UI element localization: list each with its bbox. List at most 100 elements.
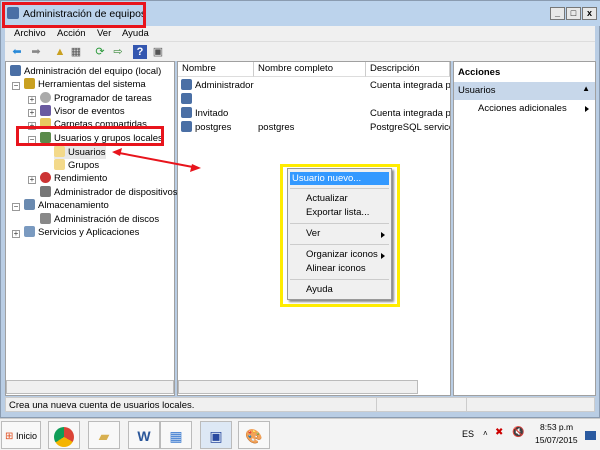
table-row[interactable]: Invitado Cuenta integrada pa: [178, 107, 450, 121]
collapse-up-icon: ▲: [582, 84, 590, 93]
table-row[interactable]: Administrador Cuenta integrada pa: [178, 79, 450, 93]
maximize-button[interactable]: □: [566, 7, 581, 20]
collapse-icon[interactable]: −: [12, 203, 20, 211]
start-label: Inicio: [16, 431, 38, 441]
tree-label: Administración del equipo (local): [24, 66, 162, 77]
user-icon: [181, 79, 192, 90]
cell-descripcion: Cuenta integrada pa: [370, 80, 450, 91]
table-row[interactable]: postgres postgres PostgreSQL service a: [178, 121, 450, 135]
tree-label: Herramientas del sistema: [38, 79, 146, 90]
storage-icon: [24, 199, 35, 210]
column-header-nombre-completo[interactable]: Nombre completo: [254, 62, 366, 77]
expand-icon[interactable]: +: [28, 96, 36, 104]
tree-label: Administrador de dispositivos: [54, 187, 178, 198]
computer-management-taskbar-icon[interactable]: ▣: [200, 421, 232, 449]
menu-ayuda[interactable]: Ayuda: [122, 28, 149, 39]
navigation-tree: Administración del equipo (local) − Herr…: [5, 61, 178, 396]
actions-item-label: Acciones adicionales: [478, 103, 567, 114]
device-manager-icon: [40, 186, 51, 197]
chrome-icon[interactable]: [48, 421, 80, 449]
cell-nombre: Invitado: [195, 108, 229, 119]
paint-icon[interactable]: 🎨: [238, 421, 270, 449]
tree-label: Programador de tareas: [54, 93, 152, 104]
disk-icon: [40, 213, 51, 224]
word-icon[interactable]: W: [128, 421, 160, 449]
column-header-nombre[interactable]: Nombre: [178, 62, 254, 77]
network-icon[interactable]: ✖: [495, 427, 503, 438]
control-panel-icon[interactable]: ▦: [160, 421, 192, 449]
cell-nombre-completo: postgres: [258, 122, 295, 133]
tree-horizontal-scrollbar[interactable]: [6, 380, 174, 394]
computer-icon: [10, 65, 21, 76]
cell-nombre: Administrador: [195, 80, 254, 91]
actions-pane: Acciones Usuarios ▲ Acciones adicionales: [453, 61, 596, 396]
tree-item-visor[interactable]: Visor de eventos: [40, 105, 125, 118]
tree-item-programador[interactable]: Programador de tareas: [40, 92, 152, 105]
tree-item-usuarios[interactable]: Usuarios: [54, 146, 106, 159]
start-button[interactable]: ⊞ Inicio: [1, 421, 41, 449]
menu-ver[interactable]: Ver: [97, 28, 111, 39]
language-indicator[interactable]: ES: [462, 429, 474, 439]
tools-icon: [24, 78, 35, 89]
performance-icon: [40, 172, 51, 183]
tree-label: Grupos: [68, 160, 100, 171]
tree-item-almacenamiento[interactable]: Almacenamiento: [24, 199, 109, 212]
refresh-icon[interactable]: ⟳: [93, 45, 107, 59]
actions-section-usuarios[interactable]: Usuarios ▲: [454, 82, 595, 100]
action-pane-icon[interactable]: ▣: [151, 45, 165, 59]
highlight-title: [2, 2, 146, 28]
tree-label: Almacenamiento: [38, 200, 109, 211]
actions-section-label: Usuarios: [458, 85, 496, 96]
tree-item-grupos[interactable]: Grupos: [54, 159, 99, 172]
cell-descripcion: PostgreSQL service a: [370, 122, 450, 133]
minimize-button[interactable]: _: [550, 7, 565, 20]
highlight-context-menu: [280, 164, 400, 307]
column-header-descripcion[interactable]: Descripción: [366, 62, 450, 77]
file-explorer-icon[interactable]: ▰: [88, 421, 120, 449]
expand-icon[interactable]: +: [28, 176, 36, 184]
show-hidden-icons-icon[interactable]: ˄: [483, 429, 488, 438]
menu-accion[interactable]: Acción: [57, 28, 86, 39]
actions-item-adicionales[interactable]: Acciones adicionales: [454, 102, 595, 116]
show-tree-icon[interactable]: ▦: [69, 45, 83, 59]
user-icon: [181, 121, 192, 132]
tree-label: Visor de eventos: [54, 106, 125, 117]
submenu-arrow-icon: [585, 106, 589, 112]
tree-label: Servicios y Aplicaciones: [38, 227, 140, 238]
actions-title: Acciones: [458, 67, 501, 78]
clock-date[interactable]: 15/07/2015: [535, 435, 578, 445]
volume-muted-icon[interactable]: 🔇: [512, 427, 524, 438]
up-folder-icon[interactable]: ▲: [53, 45, 67, 59]
tree-item-discos[interactable]: Administración de discos: [40, 213, 159, 226]
back-icon[interactable]: ⬅: [10, 45, 24, 59]
cell-descripcion: Cuenta integrada pa: [370, 108, 450, 119]
clock-time[interactable]: 8:53 p.m: [540, 422, 573, 432]
taskbar: ⊞ Inicio ▰ W ▦ ▣ 🎨 ES ˄ ✖ 🔇 8:53 p.m 15/…: [0, 418, 600, 450]
tree-item-dispositivos[interactable]: Administrador de dispositivos: [40, 186, 178, 199]
export-icon[interactable]: ⇨: [111, 45, 125, 59]
windows-logo-icon: ⊞: [5, 431, 14, 442]
folder-icon: [54, 159, 65, 170]
status-text: Crea una nueva cuenta de usuarios locale…: [9, 400, 195, 411]
tree-item-rendimiento[interactable]: Rendimiento: [40, 172, 107, 185]
menu-bar: Archivo Acción Ver Ayuda: [5, 26, 595, 41]
table-row[interactable]: [178, 93, 450, 107]
help-icon[interactable]: ?: [133, 45, 147, 59]
tree-item-herramientas[interactable]: Herramientas del sistema: [24, 78, 146, 91]
event-viewer-icon: [40, 105, 51, 116]
collapse-icon[interactable]: −: [12, 82, 20, 90]
list-horizontal-scrollbar[interactable]: [178, 380, 418, 394]
tree-label: Administración de discos: [54, 214, 160, 225]
status-bar: Crea una nueva cuenta de usuarios locale…: [5, 397, 595, 412]
show-desktop-icon[interactable]: [585, 431, 596, 440]
forward-icon[interactable]: ➡: [29, 45, 43, 59]
tree-item-servicios[interactable]: Servicios y Aplicaciones: [24, 226, 139, 239]
menu-archivo[interactable]: Archivo: [14, 28, 46, 39]
close-button[interactable]: x: [582, 7, 597, 20]
cell-nombre: postgres: [195, 122, 232, 133]
tree-item-root[interactable]: Administración del equipo (local): [10, 65, 161, 78]
user-icon: [181, 107, 192, 118]
user-icon: [181, 93, 192, 104]
expand-icon[interactable]: +: [28, 109, 36, 117]
expand-icon[interactable]: +: [12, 230, 20, 238]
